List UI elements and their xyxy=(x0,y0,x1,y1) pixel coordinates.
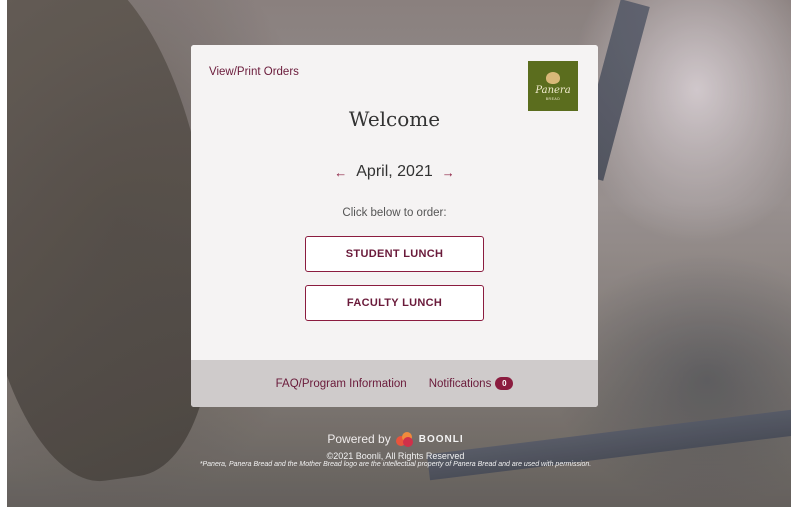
month-selector: ← April, 2021 → xyxy=(191,163,598,181)
copyright-text: ©2021 Boonli, All Rights Reserved xyxy=(326,451,465,461)
page-title: Welcome xyxy=(348,107,441,131)
arrow-left-icon[interactable]: ← xyxy=(334,165,347,180)
panera-bread-icon xyxy=(546,71,560,84)
powered-by-label: Powered by xyxy=(327,432,391,446)
order-instruction: Click below to order: xyxy=(342,207,447,219)
boonli-wordmark[interactable]: BOONLI xyxy=(419,434,464,445)
panera-logo: Panera BREAD xyxy=(528,61,578,111)
card-footer: FAQ/Program Information Notifications 0 xyxy=(191,360,598,407)
panera-logo-text: Panera xyxy=(535,84,571,96)
boonli-logo-icon xyxy=(395,432,414,447)
notifications-count-badge: 0 xyxy=(495,377,514,390)
faq-program-info-link[interactable]: FAQ/Program Information xyxy=(276,378,407,390)
panera-logo-subtext: BREAD xyxy=(545,96,561,101)
faculty-lunch-button[interactable]: FACULTY LUNCH xyxy=(305,285,484,321)
legal-disclaimer: *Panera, Panera Bread and the Mother Bre… xyxy=(199,461,592,468)
view-print-orders-link[interactable]: View/Print Orders xyxy=(209,66,299,78)
card-main-panel: View/Print Orders Panera BREAD Welcome ←… xyxy=(191,45,598,360)
notifications-label: Notifications xyxy=(428,377,492,390)
arrow-right-icon[interactable]: → xyxy=(442,165,455,180)
welcome-card: View/Print Orders Panera BREAD Welcome ←… xyxy=(191,45,598,407)
notifications-link[interactable]: Notifications 0 xyxy=(429,377,514,390)
current-month: April, 2021 xyxy=(356,163,433,180)
student-lunch-button[interactable]: STUDENT LUNCH xyxy=(305,236,484,272)
powered-by: Powered by BOONLI xyxy=(0,432,791,447)
